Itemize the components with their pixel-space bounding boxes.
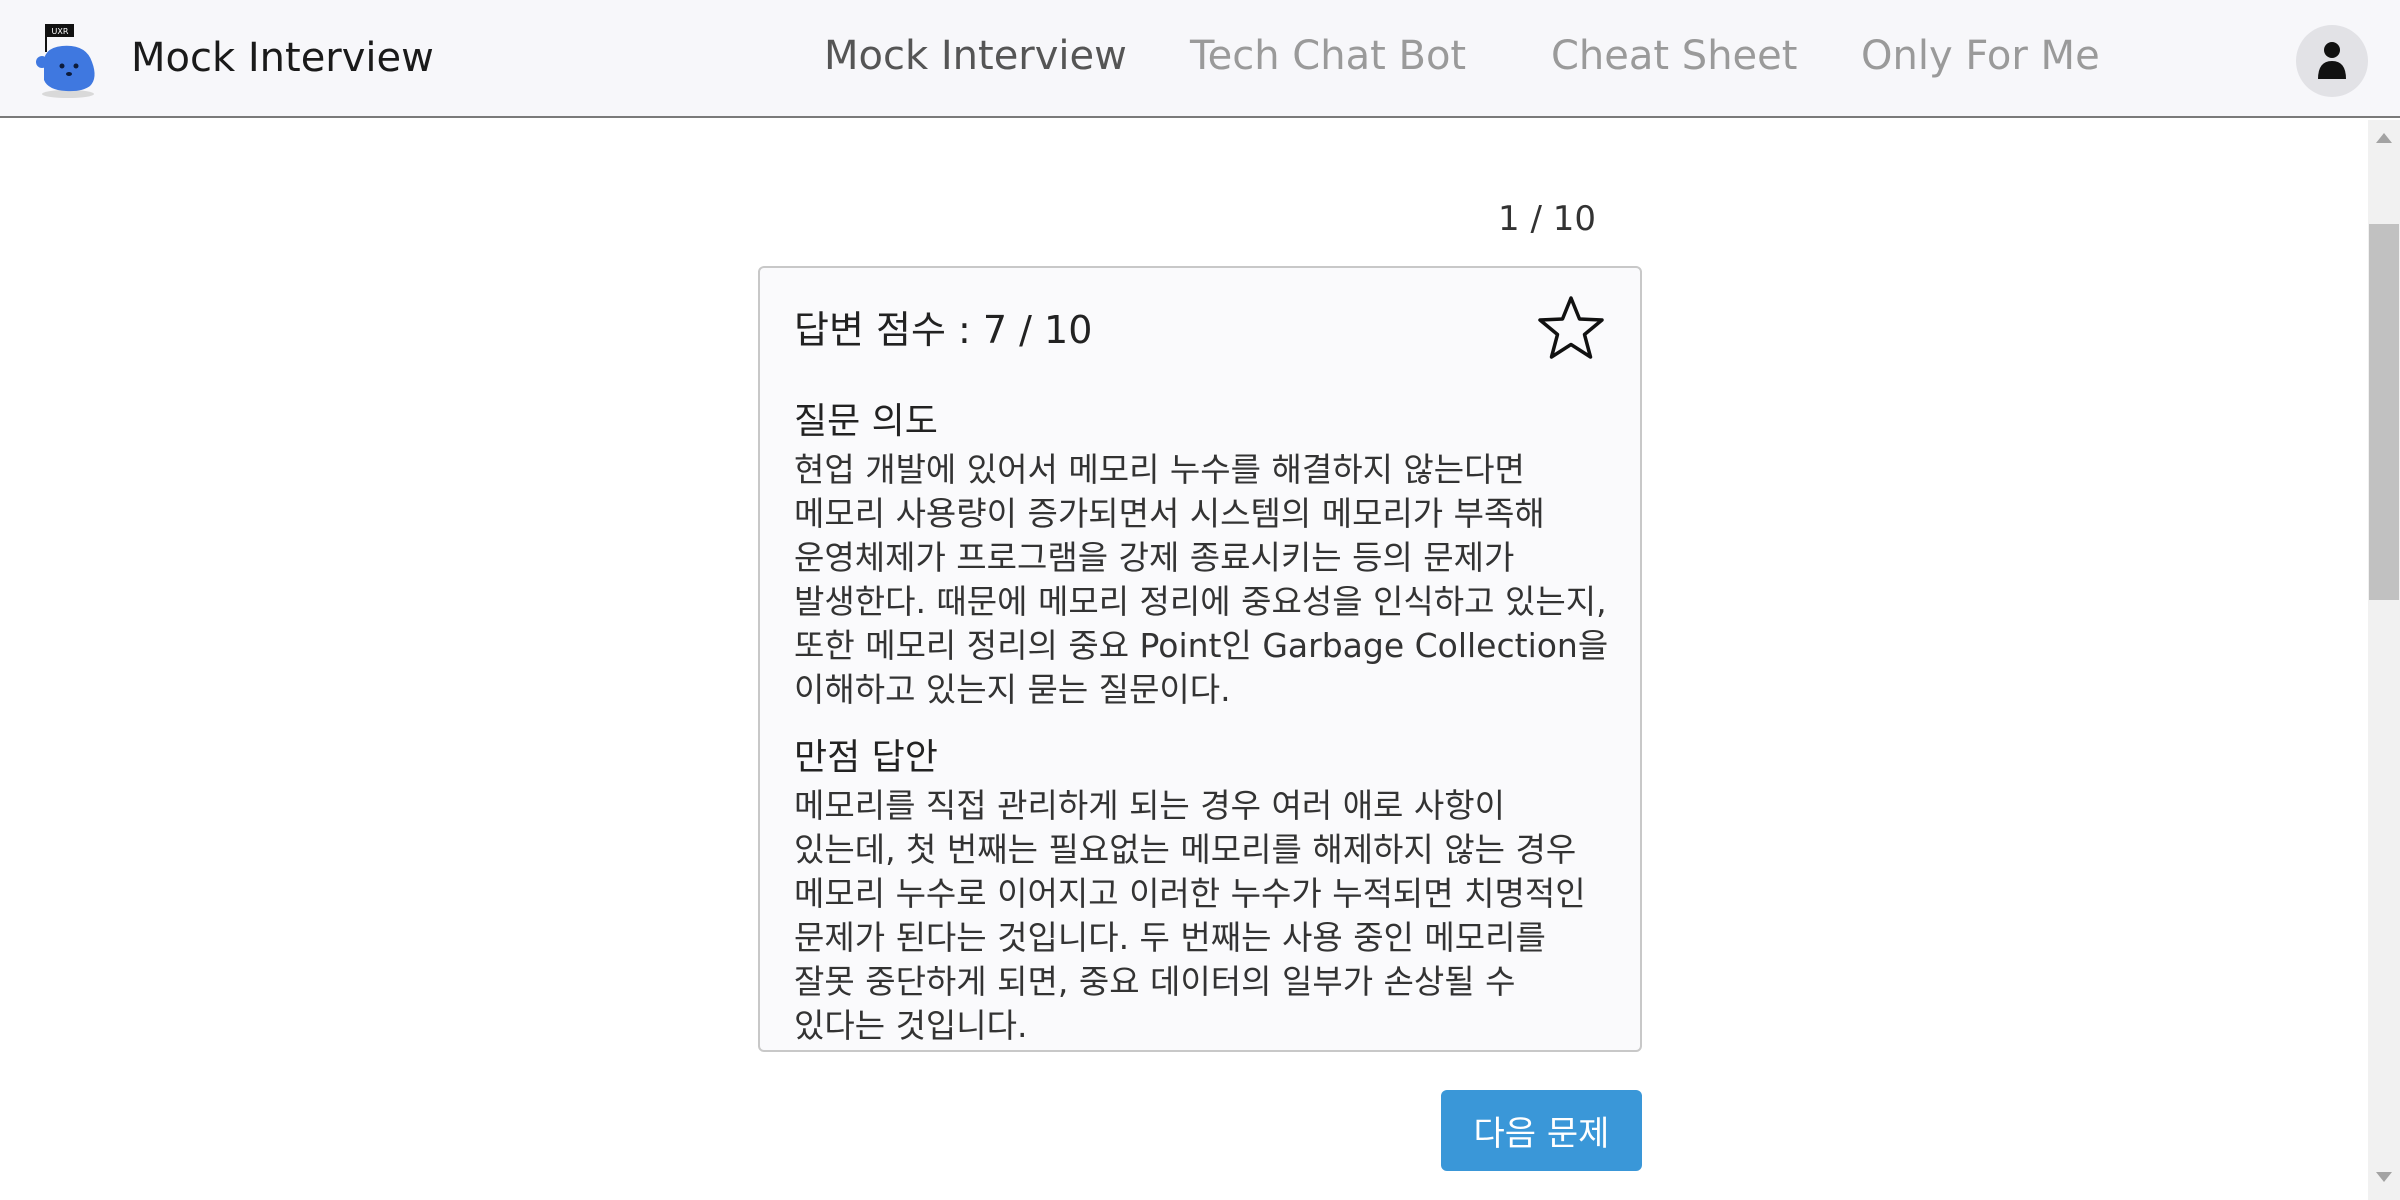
next-question-button[interactable]: 다음 문제 (1441, 1090, 1642, 1171)
nav-only-for-me[interactable]: Only For Me (1861, 30, 2100, 82)
user-icon (2318, 42, 2346, 79)
nav-tech-chat-bot[interactable]: Tech Chat Bot (1190, 30, 1466, 82)
nav-cheat-sheet[interactable]: Cheat Sheet (1551, 30, 1797, 82)
answer-body: 메모리를 직접 관리하게 되는 경우 여러 애로 사항이 있는데, 첫 번째는 … (794, 786, 1586, 1045)
intent-title: 질문 의도 (794, 401, 938, 442)
scroll-up-arrow-icon[interactable] (2376, 133, 2392, 143)
user-avatar-button[interactable] (2296, 25, 2368, 97)
feedback-card: 답변 점수 : 7 / 10 질문 의도 현업 개발에 있어서 메모리 누수를 … (758, 266, 1642, 1052)
logo-badge-text: UXR (52, 27, 69, 36)
answer-score: 답변 점수 : 7 / 10 (794, 308, 1093, 352)
star-outline-icon[interactable] (1536, 294, 1606, 362)
intent-body: 현업 개발에 있어서 메모리 누수를 해결하지 않는다면 메모리 사용량이 증가… (794, 450, 1609, 709)
logo-icon[interactable]: UXR (36, 22, 100, 98)
top-navigation-bar: UXR Mock Interview Mock Interview Tech C… (0, 0, 2400, 118)
nav-mock-interview[interactable]: Mock Interview (824, 30, 1127, 82)
brand-title[interactable]: Mock Interview (131, 32, 434, 84)
answer-title: 만점 답안 (794, 737, 938, 778)
scrollbar-thumb[interactable] (2369, 224, 2399, 600)
question-counter: 1 / 10 (1498, 199, 1596, 239)
scroll-down-arrow-icon[interactable] (2376, 1172, 2392, 1182)
